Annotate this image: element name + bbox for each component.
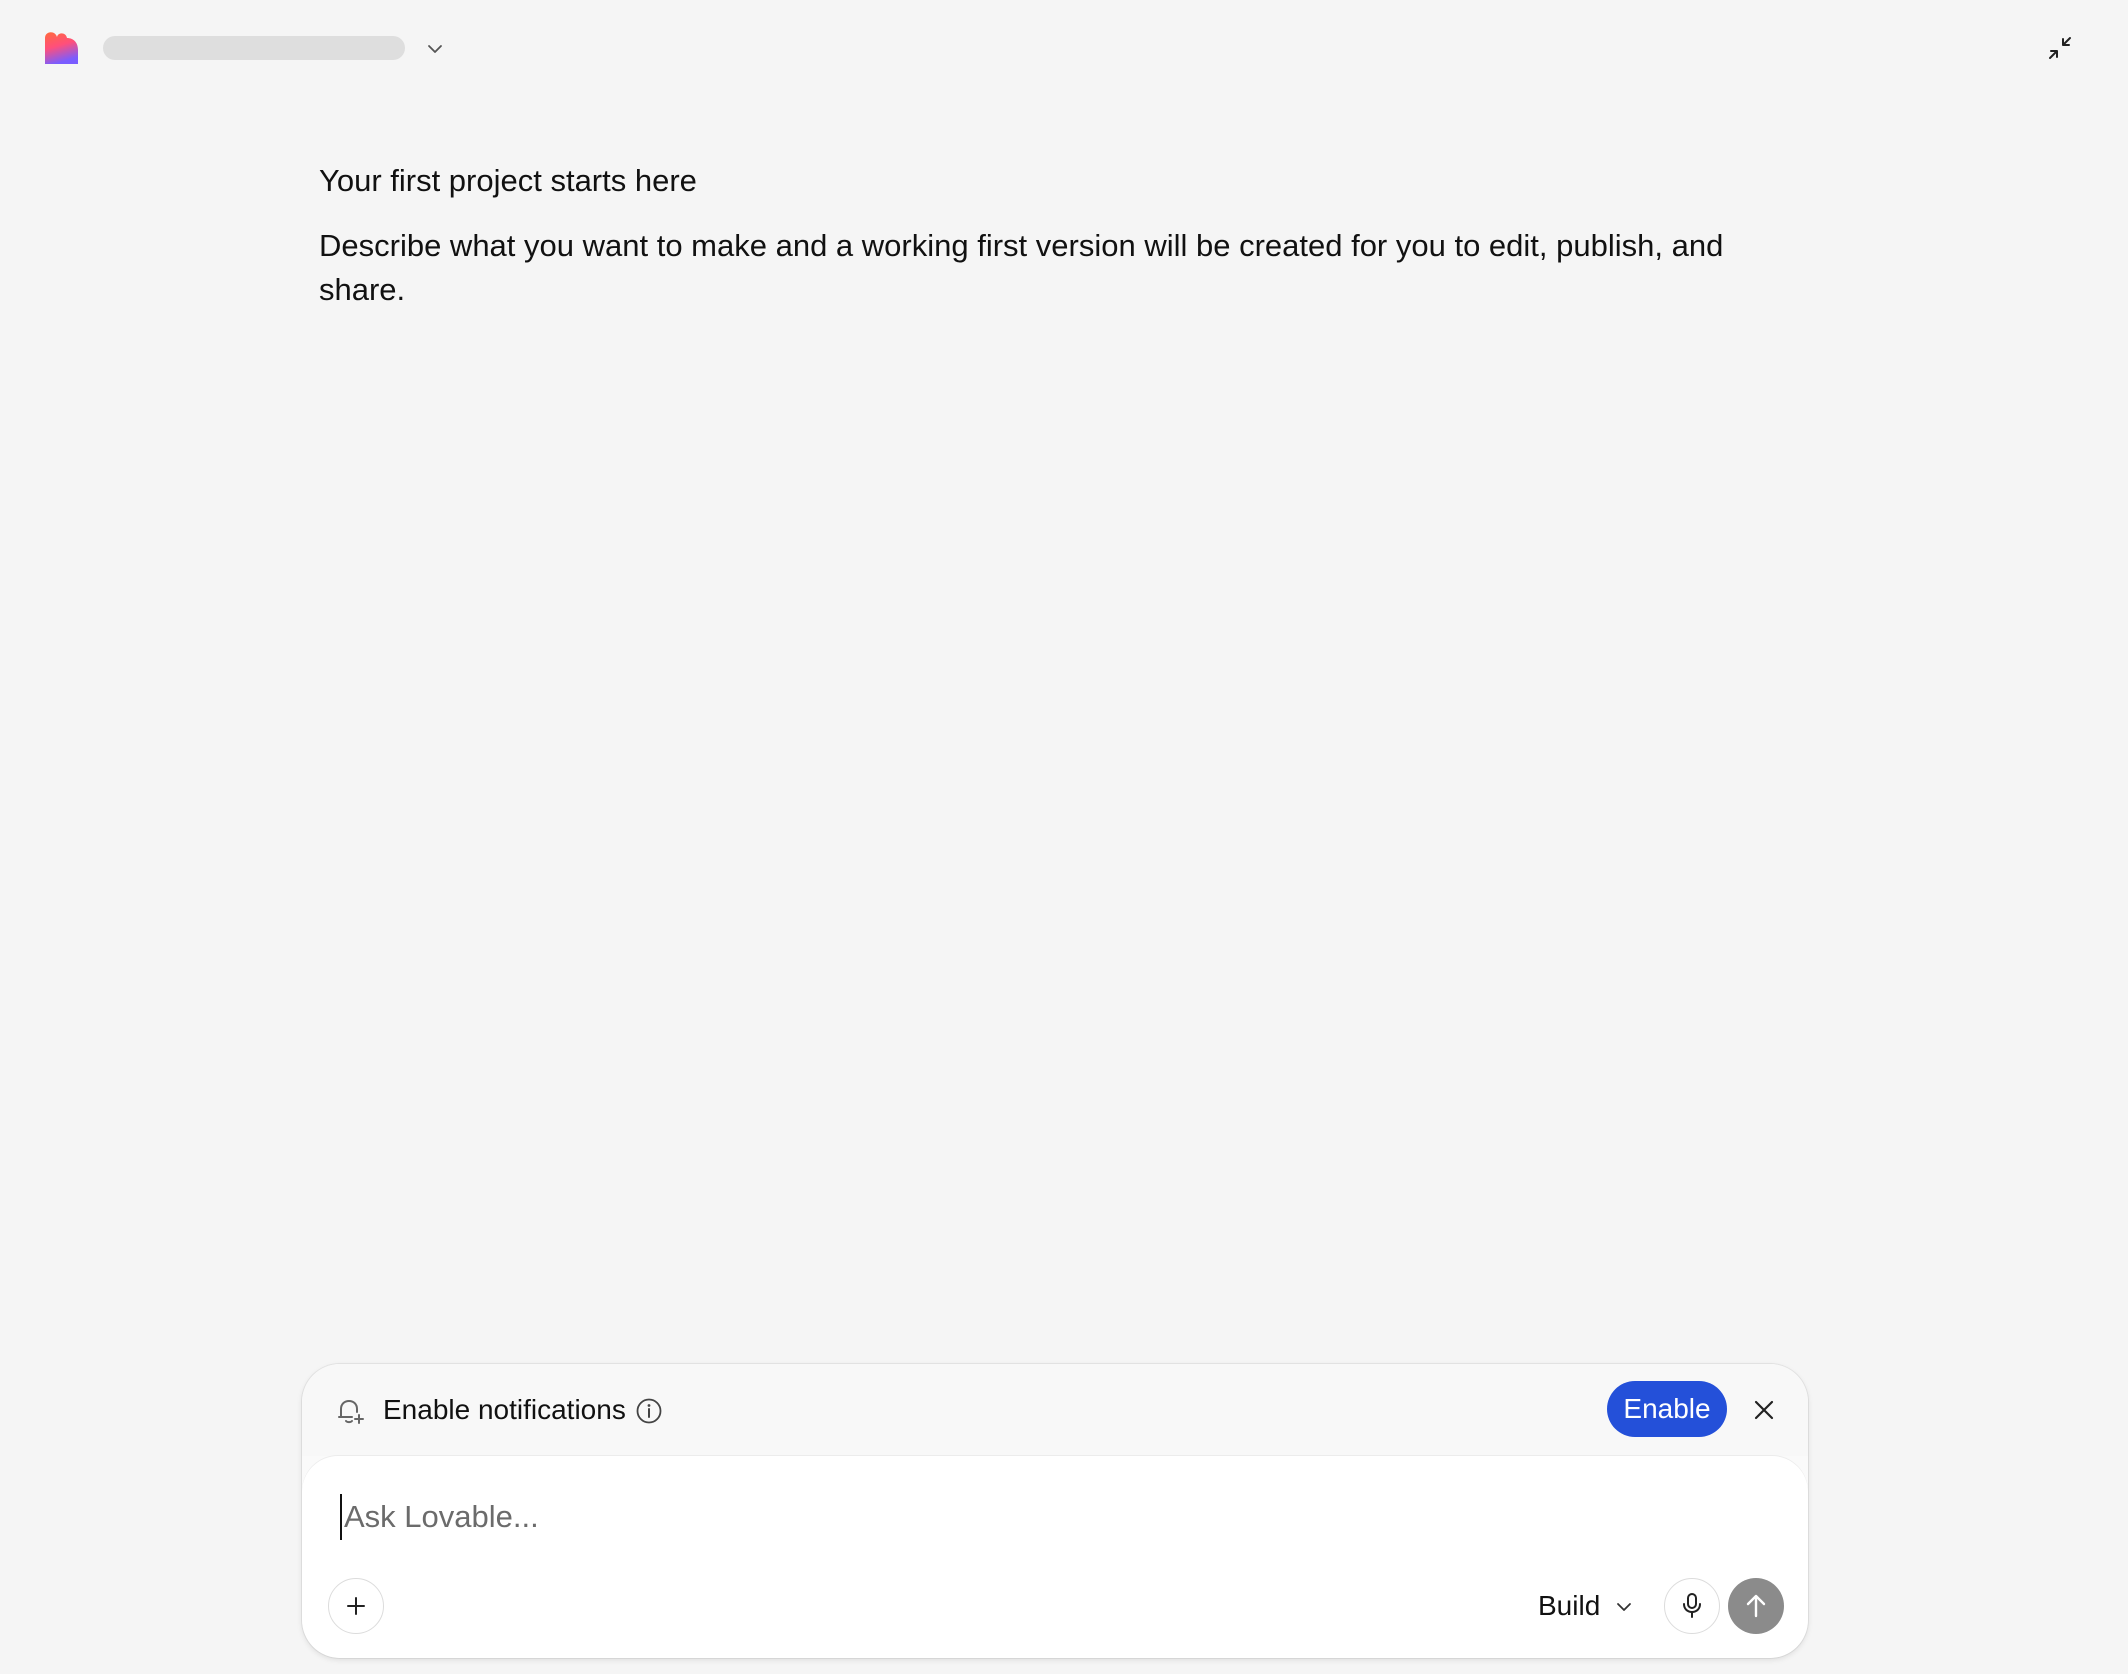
lovable-logo-icon[interactable] xyxy=(42,28,82,68)
enable-notifications-button[interactable]: Enable xyxy=(1607,1381,1727,1437)
plus-icon xyxy=(347,1597,365,1615)
project-name-placeholder[interactable] xyxy=(103,36,405,60)
app-root: Your first project starts here Describe … xyxy=(0,0,2128,1674)
add-attachment-button[interactable] xyxy=(328,1578,384,1634)
intro-section: Your first project starts here Describe … xyxy=(319,160,1779,312)
bell-plus-icon xyxy=(332,1394,366,1428)
intro-description: Describe what you want to make and a wor… xyxy=(319,228,1724,307)
chat-composer: Enable notifications Enable Ask Lovable.… xyxy=(302,1364,1808,1658)
mode-selector[interactable]: Build xyxy=(1538,1586,1634,1626)
send-button[interactable] xyxy=(1728,1578,1784,1634)
microphone-icon xyxy=(1683,1593,1701,1618)
mode-label: Build xyxy=(1538,1590,1601,1621)
voice-input-button[interactable] xyxy=(1664,1578,1720,1634)
intro-title: Your first project starts here xyxy=(319,163,697,198)
prompt-input[interactable] xyxy=(340,1494,1744,1540)
chevron-down-icon xyxy=(1617,1603,1632,1611)
close-icon[interactable] xyxy=(1748,1394,1780,1426)
arrow-up-icon xyxy=(1746,1594,1766,1618)
chevron-down-icon[interactable] xyxy=(424,38,446,60)
minimize-arrows-icon[interactable] xyxy=(2046,34,2074,62)
info-icon[interactable] xyxy=(634,1396,664,1426)
prompt-card: Build xyxy=(302,1456,1808,1658)
notification-label: Enable notifications xyxy=(383,1394,626,1425)
notification-banner: Enable notifications Enable xyxy=(302,1364,1808,1456)
